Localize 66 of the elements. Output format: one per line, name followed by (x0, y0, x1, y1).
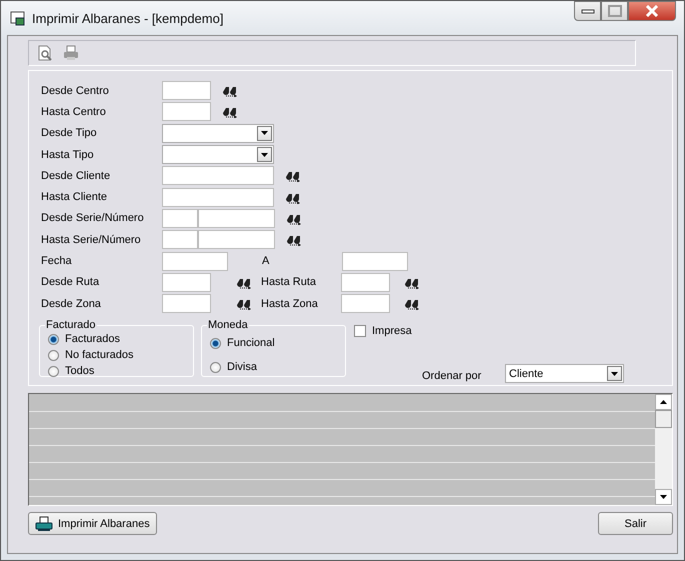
scroll-up-icon[interactable] (660, 400, 667, 404)
printer-icon[interactable] (63, 45, 79, 61)
app-icon (10, 10, 26, 26)
caret-icon (261, 131, 268, 136)
checkbox[interactable]: Impresa (354, 325, 412, 338)
scroll-thumb[interactable] (655, 410, 672, 428)
binoculars-icon[interactable] (222, 105, 238, 118)
input-field[interactable] (162, 102, 211, 122)
scroll-down-icon[interactable] (660, 495, 667, 499)
binoculars-icon[interactable] (286, 233, 302, 246)
close-button[interactable] (628, 1, 676, 21)
input-field[interactable] (162, 188, 274, 207)
binoculars-icon[interactable] (404, 297, 420, 310)
field-label: Desde Cliente (41, 170, 112, 182)
field-label: Desde Centro (41, 84, 110, 97)
input-field[interactable] (198, 208, 275, 228)
input-field[interactable] (162, 230, 198, 250)
radio-option[interactable]: Facturados (48, 331, 193, 348)
print-button[interactable]: Imprimir Albaranes (28, 512, 157, 535)
field-label: Desde Ruta (41, 276, 100, 288)
field-label: Hasta Ruta (261, 276, 318, 288)
input-field[interactable] (162, 208, 198, 228)
radio-option[interactable]: Divisa (210, 355, 345, 380)
input-field[interactable] (162, 272, 211, 292)
field-label: Fecha (41, 255, 73, 268)
input-field[interactable] (341, 294, 390, 314)
input-field[interactable] (162, 166, 274, 186)
field-label: Hasta Cliente (41, 191, 108, 204)
radio-option[interactable]: Funcional (210, 331, 345, 356)
minimize-button[interactable] (574, 1, 601, 21)
maximize-icon (608, 5, 622, 17)
close-icon (645, 5, 659, 17)
field-label: Desde Serie/Número (41, 212, 145, 224)
dropdown[interactable] (162, 145, 274, 164)
field-label: Desde Zona (41, 298, 102, 310)
sort-dropdown[interactable]: Cliente (505, 364, 624, 384)
input-field[interactable] (162, 81, 211, 100)
group-title: Moneda (207, 319, 249, 332)
window-title: Imprimir Albaranes - [kempdemo] (32, 10, 224, 26)
minimize-icon (580, 8, 594, 14)
field-label: Desde Tipo (41, 127, 98, 140)
input-field[interactable] (162, 252, 228, 271)
field-label: Hasta Zona (261, 298, 319, 310)
caret-icon (261, 152, 268, 157)
caret-icon (611, 372, 618, 376)
input-field[interactable] (198, 230, 275, 250)
binoculars-icon[interactable] (285, 169, 301, 182)
input-field[interactable] (341, 272, 390, 292)
scrollbar[interactable] (655, 394, 672, 505)
dropdown[interactable] (162, 124, 274, 143)
group-title: Facturado (45, 319, 97, 332)
input-field[interactable] (162, 294, 211, 314)
field-label: Hasta Centro (41, 106, 107, 118)
printer-icon (35, 516, 53, 532)
field-label: A (262, 255, 270, 268)
exit-button[interactable]: Salir (598, 512, 673, 535)
input-field[interactable] (342, 252, 408, 271)
maximize-button[interactable] (601, 1, 628, 21)
binoculars-icon[interactable] (222, 84, 238, 98)
field-label: Ordenar por (422, 370, 482, 382)
print-preview-icon[interactable] (37, 45, 53, 61)
radio-option[interactable]: No facturados (48, 347, 193, 364)
binoculars-icon[interactable] (236, 297, 252, 310)
field-label: Hasta Tipo (41, 148, 95, 161)
field-label: Hasta Serie/Número (41, 234, 142, 246)
radio-option[interactable]: Todos (48, 363, 193, 380)
